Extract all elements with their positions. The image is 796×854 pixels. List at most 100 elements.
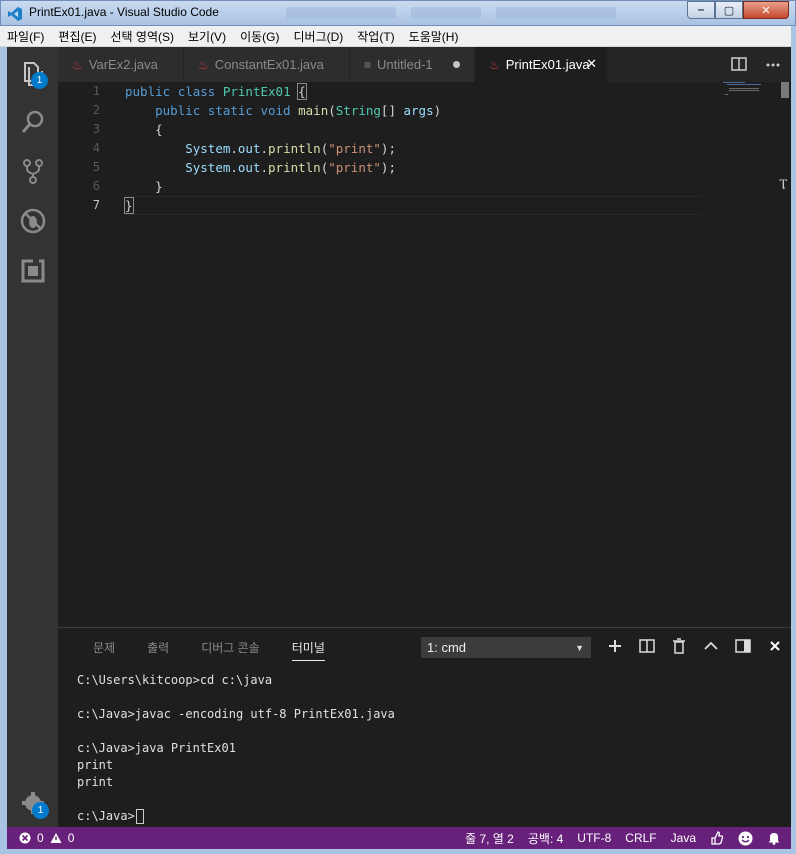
terminal-line: c:\Java>java PrintEx01 — [77, 741, 236, 755]
terminal-select-value: 1: cmd — [427, 640, 467, 655]
window-title: PrintEx01.java - Visual Studio Code — [29, 5, 219, 19]
maximize-button[interactable]: ▢ — [715, 1, 743, 19]
line-number: 3 — [92, 122, 100, 136]
close-panel-icon[interactable] — [766, 638, 784, 654]
split-editor-icon[interactable] — [731, 57, 747, 71]
terminal-cursor — [135, 809, 144, 824]
chevron-down-icon: ▼ — [575, 643, 584, 653]
line-number: 5 — [92, 160, 100, 174]
encoding[interactable]: UTF-8 — [577, 831, 611, 845]
menu-file[interactable]: 파일(F) — [7, 28, 44, 45]
tweet-feedback-icon[interactable] — [710, 831, 724, 845]
java-icon: ♨ — [72, 57, 83, 72]
warning-count: 0 — [67, 831, 75, 845]
menu-debug[interactable]: 디버그(D) — [293, 28, 343, 45]
code-editor[interactable]: 1 2 3 4 5 6 7 public class PrintEx01 { p… — [58, 82, 791, 627]
terminal-output[interactable]: C:\Users\kitcoop>cd c:\java c:\Java>java… — [77, 672, 395, 825]
bottom-panel: 문제 출력 디버그 콘솔 터미널 1: cmd ▼ C:\Users\kitco… — [58, 627, 791, 827]
line-number: 4 — [92, 141, 100, 155]
explorer-badge: 1 — [31, 72, 48, 89]
line-number-gutter: 1 2 3 4 5 6 7 — [58, 82, 108, 215]
window-titlebar: PrintEx01.java - Visual Studio Code ‒ ▢ … — [0, 0, 796, 26]
terminal-line: print — [77, 775, 114, 789]
new-terminal-plus-icon[interactable] — [606, 638, 624, 654]
window-frame — [791, 26, 796, 854]
activity-bar: 1 1 — [7, 47, 58, 827]
menu-selection[interactable]: 선택 영역(S) — [110, 28, 174, 45]
code-line: public static void main(String[] args) — [155, 103, 442, 118]
editor-scrollbar[interactable] — [781, 82, 789, 98]
terminal-line: print — [77, 758, 114, 772]
code-line: } — [124, 197, 134, 214]
terminal-prompt: c:\Java> — [77, 809, 135, 823]
menu-edit[interactable]: 편집(E) — [58, 28, 96, 45]
window-frame — [0, 849, 796, 854]
overview-ruler-cursor-icon: Ⲧ — [779, 176, 788, 192]
blurred-region — [286, 7, 396, 19]
tab-varex2[interactable]: ♨ VarEx2.java — [58, 47, 184, 82]
menu-help[interactable]: 도움말(H) — [409, 28, 459, 45]
tab-label: ConstantEx01.java — [214, 57, 324, 72]
error-icon — [19, 832, 31, 844]
indentation[interactable]: 공백: 4 — [528, 830, 563, 847]
split-terminal-icon[interactable] — [638, 638, 656, 654]
panel-tab-output[interactable]: 출력 — [147, 639, 169, 661]
vscode-logo-icon — [8, 7, 22, 21]
more-actions-icon[interactable] — [765, 57, 781, 71]
source-control-icon[interactable] — [19, 157, 47, 185]
menu-view[interactable]: 보기(V) — [188, 28, 226, 45]
panel-tab-debug-console[interactable]: 디버그 콘솔 — [201, 639, 260, 661]
minimize-button[interactable]: ‒ — [687, 1, 715, 19]
menu-go[interactable]: 이동(G) — [240, 28, 279, 45]
editor-tab-bar: ♨ VarEx2.java ♨ ConstantEx01.java ≡ Unti… — [58, 47, 791, 82]
settings-badge: 1 — [32, 802, 49, 819]
language-mode[interactable]: Java — [671, 831, 696, 845]
toggle-panel-icon[interactable] — [734, 638, 752, 654]
tab-printex01[interactable]: ♨ PrintEx01.java ✕ — [475, 47, 608, 82]
window-frame — [0, 47, 7, 854]
problems-status[interactable]: 0 0 — [7, 831, 74, 845]
line-number: 6 — [92, 179, 100, 193]
java-icon: ♨ — [198, 57, 209, 72]
menu-tasks[interactable]: 작업(T) — [357, 28, 394, 45]
trash-icon[interactable] — [670, 638, 688, 654]
tab-label: PrintEx01.java — [505, 57, 590, 72]
terminal-prompt-line: c:\Java> — [77, 808, 395, 825]
extensions-icon[interactable] — [19, 257, 47, 285]
code-line: public class PrintEx01 { — [125, 83, 307, 100]
menu-bar: 파일(F) 편집(E) 선택 영역(S) 보기(V) 이동(G) 디버그(D) … — [0, 26, 796, 47]
debug-icon[interactable] — [19, 207, 47, 235]
unsaved-dot-icon[interactable] — [453, 61, 460, 68]
code-line: System.out.println("print"); — [185, 141, 396, 156]
chevron-up-icon[interactable] — [702, 638, 720, 654]
terminal-line: C:\Users\kitcoop>cd c:\java — [77, 673, 273, 687]
minimap[interactable] — [723, 82, 773, 102]
error-count: 0 — [37, 831, 44, 845]
status-bar: 0 0 줄 7, 열 2 공백: 4 UTF-8 CRLF Java — [7, 827, 791, 849]
blurred-region — [411, 7, 481, 19]
end-of-line[interactable]: CRLF — [625, 831, 656, 845]
tab-label: Untitled-1 — [377, 57, 433, 72]
text-file-icon: ≡ — [364, 57, 372, 72]
tab-untitled-1[interactable]: ≡ Untitled-1 — [350, 47, 475, 82]
terminal-select[interactable]: 1: cmd ▼ — [421, 637, 591, 658]
panel-tab-problems[interactable]: 문제 — [93, 639, 115, 661]
close-window-button[interactable]: ✕ — [743, 1, 789, 19]
panel-tab-terminal[interactable]: 터미널 — [291, 639, 325, 661]
java-icon: ♨ — [489, 57, 500, 72]
code-line: System.out.println("print"); — [185, 160, 396, 175]
cursor-position[interactable]: 줄 7, 열 2 — [465, 830, 514, 847]
tab-constantex01[interactable]: ♨ ConstantEx01.java — [184, 47, 350, 82]
code-line: { — [125, 122, 163, 137]
close-tab-icon[interactable]: ✕ — [586, 56, 597, 72]
notifications-bell-icon[interactable] — [767, 831, 781, 845]
line-number-current: 7 — [92, 198, 100, 212]
tab-label: VarEx2.java — [88, 57, 158, 72]
line-number: 2 — [92, 103, 100, 117]
search-icon[interactable] — [19, 108, 47, 136]
code-lines: public class PrintEx01 { public static v… — [124, 82, 442, 215]
smiley-icon[interactable] — [738, 831, 753, 846]
